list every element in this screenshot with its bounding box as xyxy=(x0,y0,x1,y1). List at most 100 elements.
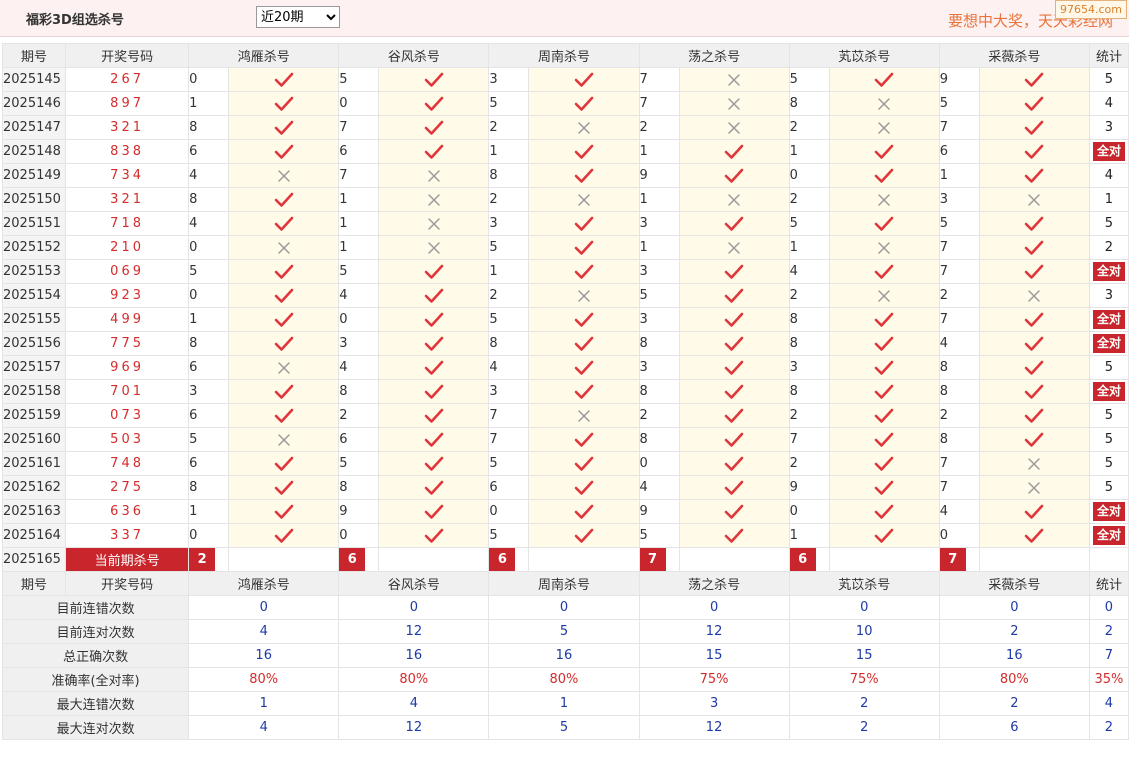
summary-stat: 2 xyxy=(1088,619,1129,644)
period-cell: 2025162 xyxy=(1,475,67,500)
kill-number: 7 xyxy=(338,163,380,188)
kill-number: 4 xyxy=(338,283,380,308)
cross-icon xyxy=(277,169,290,182)
summary-value: 0 xyxy=(188,595,340,620)
table-row: 2025148 838 6 6 1 1 1 6 全对 xyxy=(1,139,1129,164)
stat-cell: 5 xyxy=(1088,427,1129,452)
summary-value: 15 xyxy=(638,643,790,668)
kill-number: 5 xyxy=(338,451,380,476)
stat-cell: 3 xyxy=(1088,115,1129,140)
hit-mark xyxy=(528,451,640,476)
check-icon xyxy=(1025,144,1044,159)
summary-value: 0 xyxy=(638,595,790,620)
kill-number: 5 xyxy=(488,235,530,260)
hit-mark xyxy=(378,475,490,500)
check-icon xyxy=(874,504,894,519)
cross-icon xyxy=(428,193,440,206)
expert-header-6: 采薇杀号 xyxy=(938,43,1090,68)
check-icon xyxy=(574,312,594,327)
miss-mark xyxy=(678,67,790,92)
period-cell: 2025156 xyxy=(1,331,67,356)
period-header: 期号 xyxy=(1,43,67,68)
kill-number-table: 期号 开奖号码 鸿雁杀号 谷风杀号 周南杀号 荡之杀号 芄苡杀号 采薇杀号 统计… xyxy=(1,43,1129,740)
check-icon xyxy=(874,336,894,351)
check-icon xyxy=(1025,432,1044,447)
check-icon xyxy=(1025,168,1044,183)
check-icon xyxy=(424,264,444,279)
draw-numbers: 337 xyxy=(65,523,190,548)
period-header: 期号 xyxy=(1,571,67,596)
cross-icon xyxy=(428,241,440,254)
hit-mark xyxy=(228,91,340,116)
draw-numbers: 499 xyxy=(65,307,190,332)
kill-number: 4 xyxy=(638,475,680,500)
check-icon xyxy=(574,72,594,87)
summary-label: 总正确次数 xyxy=(1,643,190,668)
kill-number: 8 xyxy=(788,307,830,332)
kill-number: 3 xyxy=(638,307,680,332)
hit-mark xyxy=(828,427,940,452)
hit-mark xyxy=(828,307,940,332)
check-icon xyxy=(274,144,294,159)
stat-cell: 2 xyxy=(1088,235,1129,260)
hit-mark xyxy=(228,283,340,308)
expert-header-2: 谷风杀号 xyxy=(338,571,490,596)
miss-mark xyxy=(228,355,340,380)
kill-number: 5 xyxy=(488,523,530,548)
summary-stat: 7 xyxy=(1088,643,1129,668)
hit-mark xyxy=(528,331,640,356)
kill-number: 8 xyxy=(788,379,830,404)
kill-number: 0 xyxy=(938,523,980,548)
summary-row: 目前连对次数 4 12 5 12 10 2 2 xyxy=(1,619,1129,644)
current-kill-value: 2 xyxy=(188,547,230,572)
hit-mark xyxy=(828,259,940,284)
check-icon xyxy=(424,384,444,399)
kill-number: 1 xyxy=(188,499,230,524)
all-correct-badge: 全对 xyxy=(1092,262,1125,281)
summary-value: 75% xyxy=(638,667,790,692)
kill-number: 2 xyxy=(938,283,980,308)
cross-icon xyxy=(728,241,740,254)
check-icon xyxy=(724,336,744,351)
cross-icon xyxy=(878,121,890,134)
kill-number: 8 xyxy=(338,379,380,404)
summary-value: 15 xyxy=(788,643,940,668)
draw-numbers: 923 xyxy=(65,283,190,308)
kill-number: 6 xyxy=(188,403,230,428)
check-icon xyxy=(724,288,744,303)
summary-value: 3 xyxy=(638,691,790,716)
kill-number: 5 xyxy=(638,283,680,308)
check-icon xyxy=(1025,504,1044,519)
kill-number: 9 xyxy=(938,67,980,92)
kill-number: 9 xyxy=(638,163,680,188)
top-bar: 福彩3D组选杀号 近20期 要想中大奖，天天彩经网 97654.com xyxy=(0,0,1129,37)
hit-mark xyxy=(378,427,490,452)
hit-mark xyxy=(378,331,490,356)
check-icon xyxy=(724,216,744,231)
hit-mark xyxy=(978,91,1090,116)
period-range-select[interactable]: 近20期 xyxy=(256,6,340,28)
check-icon xyxy=(1025,240,1044,255)
check-icon xyxy=(274,264,294,279)
check-icon xyxy=(274,96,294,111)
period-cell: 2025158 xyxy=(1,379,67,404)
check-icon xyxy=(424,480,444,495)
draw-numbers: 321 xyxy=(65,115,190,140)
check-icon xyxy=(274,120,294,135)
table-row: 2025149 734 4 7 8 9 0 1 4 xyxy=(1,163,1129,188)
kill-number: 3 xyxy=(338,331,380,356)
kill-number: 1 xyxy=(788,139,830,164)
summary-value: 16 xyxy=(488,643,640,668)
kill-number: 2 xyxy=(788,403,830,428)
kill-number: 7 xyxy=(938,235,980,260)
kill-number: 7 xyxy=(338,115,380,140)
kill-number: 6 xyxy=(188,139,230,164)
current-period: 2025165 xyxy=(1,547,67,572)
hit-mark xyxy=(528,139,640,164)
summary-value: 16 xyxy=(338,643,490,668)
expert-header-6: 采薇杀号 xyxy=(938,571,1090,596)
stat-cell: 5 xyxy=(1088,355,1129,380)
hit-mark xyxy=(378,523,490,548)
check-icon xyxy=(874,144,894,159)
hit-mark xyxy=(678,403,790,428)
